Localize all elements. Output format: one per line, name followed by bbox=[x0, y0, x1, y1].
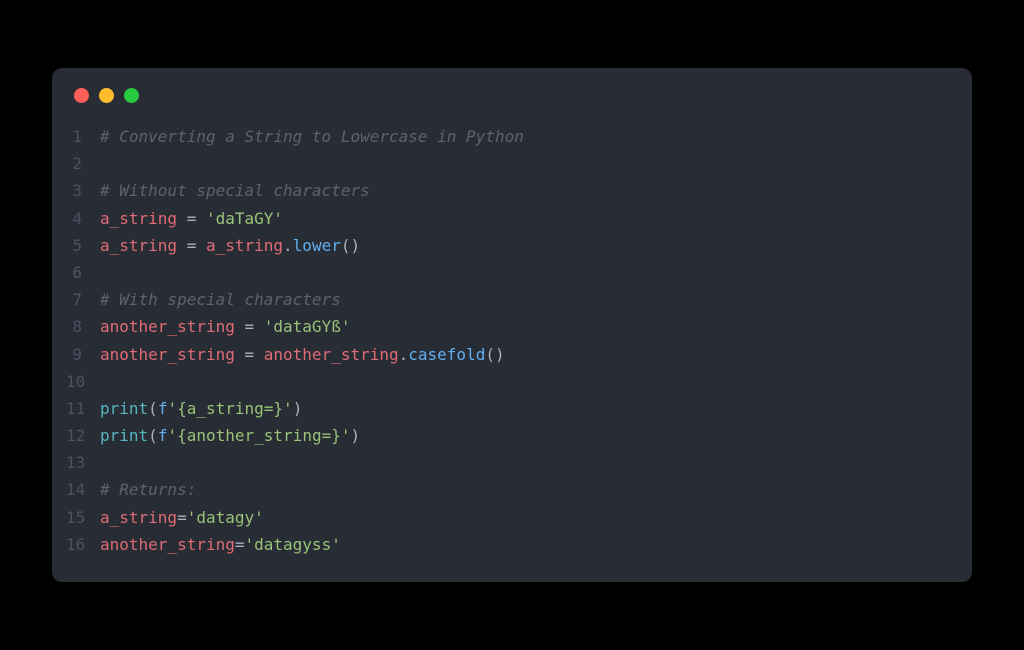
token-builtin: print bbox=[100, 426, 148, 445]
code-line: 14# Returns: bbox=[66, 476, 948, 503]
token-string: '{another_string=}' bbox=[167, 426, 350, 445]
code-content: another_string='datagyss' bbox=[100, 531, 341, 558]
token-string: 'daTaGY' bbox=[206, 209, 283, 228]
token-string: '{a_string=}' bbox=[167, 399, 292, 418]
code-line: 5a_string = a_string.lower() bbox=[66, 232, 948, 259]
line-number: 2 bbox=[66, 150, 100, 177]
code-window: 1# Converting a String to Lowercase in P… bbox=[52, 68, 972, 582]
code-line: 6 bbox=[66, 259, 948, 286]
token-ident: another_string bbox=[264, 345, 399, 364]
token-operator: = bbox=[177, 209, 206, 228]
code-content: # Without special characters bbox=[100, 177, 370, 204]
code-content: another_string = 'dataGYß' bbox=[100, 313, 350, 340]
token-method: lower bbox=[293, 236, 341, 255]
token-operator: = bbox=[177, 508, 187, 527]
token-comment: # With special characters bbox=[100, 290, 341, 309]
token-operator: ( bbox=[148, 426, 158, 445]
code-line: 16another_string='datagyss' bbox=[66, 531, 948, 558]
token-fprefix: f bbox=[158, 399, 168, 418]
code-editor[interactable]: 1# Converting a String to Lowercase in P… bbox=[52, 115, 972, 558]
token-method: casefold bbox=[408, 345, 485, 364]
token-string: 'dataGYß' bbox=[264, 317, 351, 336]
code-content: # Converting a String to Lowercase in Py… bbox=[100, 123, 524, 150]
line-number: 14 bbox=[66, 476, 100, 503]
code-line: 11print(f'{a_string=}') bbox=[66, 395, 948, 422]
line-number: 13 bbox=[66, 449, 100, 476]
line-number: 1 bbox=[66, 123, 100, 150]
token-ident: another_string bbox=[100, 317, 235, 336]
code-content: a_string = 'daTaGY' bbox=[100, 205, 283, 232]
token-string: 'datagyss' bbox=[245, 535, 341, 554]
line-number: 5 bbox=[66, 232, 100, 259]
token-ident: another_string bbox=[100, 345, 235, 364]
token-operator: = bbox=[235, 535, 245, 554]
code-line: 15a_string='datagy' bbox=[66, 504, 948, 531]
code-line: 9another_string = another_string.casefol… bbox=[66, 341, 948, 368]
line-number: 9 bbox=[66, 341, 100, 368]
window-titlebar bbox=[52, 68, 972, 115]
minimize-icon[interactable] bbox=[99, 88, 114, 103]
line-number: 8 bbox=[66, 313, 100, 340]
line-number: 4 bbox=[66, 205, 100, 232]
code-line: 10 bbox=[66, 368, 948, 395]
line-number: 7 bbox=[66, 286, 100, 313]
code-content: print(f'{another_string=}') bbox=[100, 422, 360, 449]
code-line: 13 bbox=[66, 449, 948, 476]
code-content: a_string='datagy' bbox=[100, 504, 264, 531]
code-content: another_string = another_string.casefold… bbox=[100, 341, 505, 368]
maximize-icon[interactable] bbox=[124, 88, 139, 103]
token-ident: a_string bbox=[100, 209, 177, 228]
line-number: 16 bbox=[66, 531, 100, 558]
token-operator: () bbox=[341, 236, 360, 255]
code-content: # Returns: bbox=[100, 476, 196, 503]
token-operator: ) bbox=[350, 426, 360, 445]
line-number: 11 bbox=[66, 395, 100, 422]
token-comment: # Without special characters bbox=[100, 181, 370, 200]
token-operator: = bbox=[235, 345, 264, 364]
code-line: 7# With special characters bbox=[66, 286, 948, 313]
token-operator: ( bbox=[148, 399, 158, 418]
code-line: 1# Converting a String to Lowercase in P… bbox=[66, 123, 948, 150]
code-content: # With special characters bbox=[100, 286, 341, 313]
line-number: 10 bbox=[66, 368, 100, 395]
code-line: 4a_string = 'daTaGY' bbox=[66, 205, 948, 232]
code-content: print(f'{a_string=}') bbox=[100, 395, 302, 422]
token-fprefix: f bbox=[158, 426, 168, 445]
code-line: 2 bbox=[66, 150, 948, 177]
token-ident: a_string bbox=[206, 236, 283, 255]
token-comment: # Returns: bbox=[100, 480, 196, 499]
token-string: 'datagy' bbox=[187, 508, 264, 527]
line-number: 12 bbox=[66, 422, 100, 449]
code-line: 12print(f'{another_string=}') bbox=[66, 422, 948, 449]
code-content: a_string = a_string.lower() bbox=[100, 232, 360, 259]
token-operator: ) bbox=[293, 399, 303, 418]
code-line: 3# Without special characters bbox=[66, 177, 948, 204]
code-line: 8another_string = 'dataGYß' bbox=[66, 313, 948, 340]
line-number: 3 bbox=[66, 177, 100, 204]
line-number: 6 bbox=[66, 259, 100, 286]
token-operator: . bbox=[399, 345, 409, 364]
token-builtin: print bbox=[100, 399, 148, 418]
token-ident: a_string bbox=[100, 508, 177, 527]
token-ident: a_string bbox=[100, 236, 177, 255]
token-operator: () bbox=[485, 345, 504, 364]
token-operator: . bbox=[283, 236, 293, 255]
line-number: 15 bbox=[66, 504, 100, 531]
token-operator: = bbox=[235, 317, 264, 336]
close-icon[interactable] bbox=[74, 88, 89, 103]
token-comment: # Converting a String to Lowercase in Py… bbox=[100, 127, 524, 146]
token-operator: = bbox=[177, 236, 206, 255]
token-ident: another_string bbox=[100, 535, 235, 554]
